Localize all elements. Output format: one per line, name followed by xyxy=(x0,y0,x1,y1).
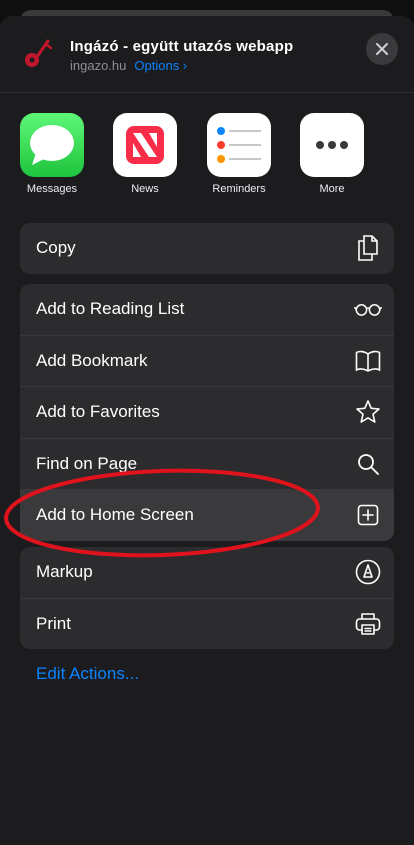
close-icon xyxy=(376,43,388,55)
action-group-copy: Copy xyxy=(20,223,394,274)
action-add-favorites[interactable]: Add to Favorites xyxy=(20,386,394,438)
plus-square-icon xyxy=(354,501,382,529)
printer-icon xyxy=(354,610,382,638)
action-label: Find on Page xyxy=(36,453,138,473)
action-add-bookmark[interactable]: Add Bookmark xyxy=(20,334,394,387)
app-label: Messages xyxy=(26,183,78,195)
share-header: Ingázó - együtt utazós webapp ingazo.hu O… xyxy=(0,16,414,92)
action-markup[interactable]: Markup xyxy=(20,547,394,598)
action-group-markup: Markup Print xyxy=(20,547,394,649)
action-add-to-home-screen[interactable]: Add to Home Screen xyxy=(20,489,394,541)
app-news[interactable]: News xyxy=(105,113,185,195)
app-label: Reminders xyxy=(212,183,266,195)
messages-icon xyxy=(20,113,84,177)
app-row: Messages News Reminders More xyxy=(0,113,414,203)
action-label: Add to Favorites xyxy=(36,402,160,422)
site-logo-icon xyxy=(20,36,56,72)
site-domain: ingazo.hu xyxy=(70,58,127,73)
glasses-icon xyxy=(354,295,382,323)
edit-actions-link[interactable]: Edit Actions... xyxy=(36,664,139,684)
app-messages[interactable]: Messages xyxy=(12,113,92,195)
reminders-icon xyxy=(207,113,271,177)
app-more[interactable]: More xyxy=(292,113,372,195)
action-label: Print xyxy=(36,613,71,633)
action-add-reading-list[interactable]: Add to Reading List xyxy=(20,284,394,335)
star-icon xyxy=(354,398,382,426)
header-divider xyxy=(0,92,414,93)
action-find-on-page[interactable]: Find on Page xyxy=(20,437,394,490)
share-sheet: Ingázó - együtt utazós webapp ingazo.hu O… xyxy=(0,16,414,845)
markup-pen-icon xyxy=(354,558,382,586)
action-label: Markup xyxy=(36,562,93,582)
action-copy[interactable]: Copy xyxy=(20,223,394,274)
page-subtitle: ingazo.hu Options › xyxy=(70,58,187,73)
app-label: News xyxy=(131,183,159,195)
search-icon xyxy=(354,450,382,478)
book-icon xyxy=(354,347,382,375)
app-reminders[interactable]: Reminders xyxy=(199,113,279,195)
page-title: Ingázó - együtt utazós webapp xyxy=(70,38,294,55)
action-label: Add to Reading List xyxy=(36,299,185,319)
action-group-main: Add to Reading List Add Bookmark Add to … xyxy=(20,284,394,541)
action-label: Add to Home Screen xyxy=(36,505,194,525)
app-label: More xyxy=(319,183,345,195)
news-icon xyxy=(113,113,177,177)
options-link[interactable]: Options › xyxy=(134,58,187,73)
more-icon xyxy=(300,113,364,177)
action-label: Copy xyxy=(36,238,76,258)
copy-icon xyxy=(354,234,382,262)
action-label: Add Bookmark xyxy=(36,350,148,370)
action-print[interactable]: Print xyxy=(20,597,394,650)
close-button[interactable] xyxy=(366,33,398,65)
